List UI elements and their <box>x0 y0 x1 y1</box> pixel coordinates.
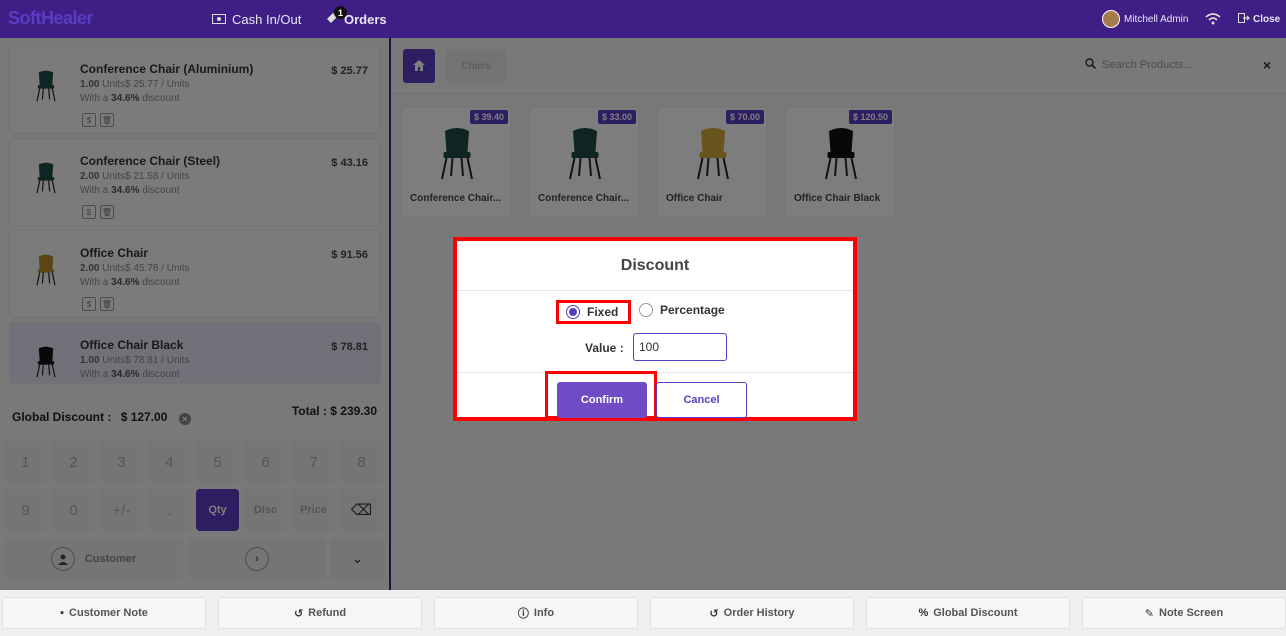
global-discount-button[interactable]: % Global Discount <box>866 597 1070 629</box>
info-icon: ⓘ <box>517 608 529 620</box>
bottom-action-bar: ▪ Customer Note ↺ Refund ⓘ Info ↺ Order History… <box>0 590 1286 636</box>
edit-icon: ✎ <box>1144 607 1154 620</box>
undo-icon: ↺ <box>293 607 304 620</box>
user-menu[interactable]: Mitchell Admin <box>1102 0 1188 38</box>
wifi-icon <box>1205 0 1221 38</box>
history-icon: ↺ <box>709 607 719 620</box>
cancel-button[interactable]: Cancel <box>656 382 747 418</box>
cash-in-out-label: Cash In/Out <box>232 11 302 27</box>
avatar <box>1102 10 1120 28</box>
customer-note-button[interactable]: ▪ Customer Note <box>2 597 206 629</box>
percent-icon: % <box>918 607 929 619</box>
bottom-button-label: Info <box>533 607 555 619</box>
close-button[interactable]: Close <box>1238 0 1280 38</box>
radio-percentage[interactable]: Percentage <box>639 303 725 317</box>
note-screen-button[interactable]: ✎ Note Screen <box>1082 597 1286 629</box>
orders-count-badge: 1 <box>334 6 347 19</box>
user-name: Mitchell Admin <box>1124 13 1189 25</box>
orders-button[interactable]: 1 Orders <box>326 0 387 38</box>
value-label: Value : <box>585 341 624 355</box>
radio-fixed-indicator[interactable] <box>566 305 580 319</box>
close-label: Close <box>1253 13 1281 25</box>
note-icon: ▪ <box>60 607 65 619</box>
dialog-footer: Confirm Cancel <box>457 371 853 419</box>
discount-value-input[interactable] <box>633 333 727 361</box>
radio-percentage-indicator[interactable] <box>639 303 653 317</box>
bottom-button-label: Global Discount <box>933 607 1018 619</box>
order-history-button[interactable]: ↺ Order History <box>650 597 854 629</box>
value-row: Value : <box>457 333 853 361</box>
orders-label: Orders <box>344 11 387 27</box>
app-logo: SoftHealer <box>8 8 94 28</box>
radio-percentage-label: Percentage <box>660 303 725 317</box>
discount-type-options: Fixed Percentage <box>457 300 853 324</box>
bottom-button-label: Customer Note <box>69 607 148 619</box>
bottom-button-label: Note Screen <box>1159 607 1224 619</box>
bottom-button-label: Order History <box>723 607 795 619</box>
sign-out-icon <box>1238 12 1250 26</box>
radio-fixed[interactable]: Fixed <box>556 300 631 324</box>
bottom-button-label: Refund <box>308 607 347 619</box>
cash-in-out-button[interactable]: Cash In/Out <box>212 0 301 38</box>
refund-button[interactable]: ↺ Refund <box>218 597 422 629</box>
info-button[interactable]: ⓘ Info <box>434 597 638 629</box>
money-icon <box>212 12 226 27</box>
discount-dialog: Discount Fixed Percentage Value : Confir… <box>457 241 853 419</box>
radio-fixed-label: Fixed <box>587 305 619 319</box>
confirm-button[interactable]: Confirm <box>557 382 647 418</box>
dialog-title: Discount <box>457 241 853 291</box>
top-bar: SoftHealer Cash In/Out 1 Orders Mitchell… <box>0 0 1286 38</box>
